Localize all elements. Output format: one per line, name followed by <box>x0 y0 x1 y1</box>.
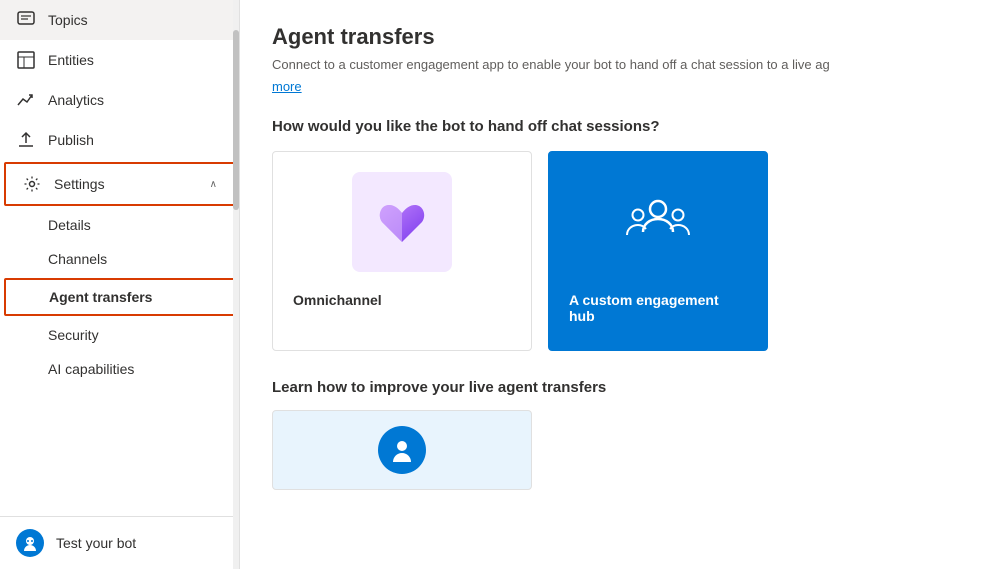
cards-row: Omnichannel <box>272 151 963 351</box>
sidebar-subitem-security[interactable]: Security <box>0 318 239 352</box>
custom-hub-logo <box>608 172 708 272</box>
sidebar-item-publish[interactable]: Publish <box>0 120 239 160</box>
learn-card-avatar <box>378 426 426 474</box>
table-icon <box>16 50 36 70</box>
more-link[interactable]: more <box>272 79 302 94</box>
sidebar-subitem-details-label: Details <box>48 217 91 233</box>
chat-icon <box>16 10 36 30</box>
sidebar-item-analytics-label: Analytics <box>48 92 223 108</box>
sidebar-item-settings[interactable]: Settings ∧ <box>4 162 235 206</box>
sidebar-subitem-details[interactable]: Details <box>0 208 239 242</box>
learn-card[interactable] <box>272 410 532 490</box>
sidebar-scroll[interactable]: Topics Entities Analytics <box>0 0 239 516</box>
learn-section-title: Learn how to improve your live agent tra… <box>272 379 963 396</box>
omnichannel-card[interactable]: Omnichannel <box>272 151 532 351</box>
page-subtitle: Connect to a customer engagement app to … <box>272 56 963 74</box>
omnichannel-icon-area <box>293 172 511 272</box>
chevron-up-icon: ∧ <box>210 179 217 190</box>
custom-hub-card[interactable]: A custom engagement hub <box>548 151 768 351</box>
scrollbar-track <box>233 0 239 569</box>
omnichannel-label: Omnichannel <box>293 292 382 308</box>
sidebar-subitem-channels-label: Channels <box>48 251 107 267</box>
sidebar-subitem-channels[interactable]: Channels <box>0 242 239 276</box>
settings-icon <box>22 174 42 194</box>
sidebar-subitem-agent-transfers[interactable]: Agent transfers <box>4 278 235 316</box>
publish-icon <box>16 130 36 150</box>
sidebar-subitem-agent-transfers-label: Agent transfers <box>49 289 152 305</box>
scrollbar-thumb[interactable] <box>233 30 239 210</box>
sidebar-item-settings-label: Settings <box>54 176 198 192</box>
sidebar-subitem-security-label: Security <box>48 327 99 343</box>
page-title: Agent transfers <box>272 24 963 50</box>
sidebar-item-entities[interactable]: Entities <box>0 40 239 80</box>
sidebar-item-topics[interactable]: Topics <box>0 0 239 40</box>
test-your-bot-label: Test your bot <box>56 535 136 551</box>
section-question: How would you like the bot to hand off c… <box>272 118 963 135</box>
sidebar-bottom-test-bot[interactable]: Test your bot <box>0 516 239 569</box>
custom-hub-label: A custom engagement hub <box>569 292 747 324</box>
main-content: Agent transfers Connect to a customer en… <box>240 0 995 569</box>
sidebar-subitem-ai-capabilities-label: AI capabilities <box>48 361 134 377</box>
custom-hub-icon-area <box>569 172 747 272</box>
sidebar-item-publish-label: Publish <box>48 132 223 148</box>
sidebar-item-analytics[interactable]: Analytics <box>0 80 239 120</box>
sidebar-item-entities-label: Entities <box>48 52 223 68</box>
omnichannel-logo <box>352 172 452 272</box>
sidebar: Topics Entities Analytics <box>0 0 240 569</box>
bot-avatar <box>16 529 44 557</box>
sidebar-subitem-ai-capabilities[interactable]: AI capabilities <box>0 352 239 386</box>
sidebar-item-topics-label: Topics <box>48 12 223 28</box>
analytics-icon <box>16 90 36 110</box>
